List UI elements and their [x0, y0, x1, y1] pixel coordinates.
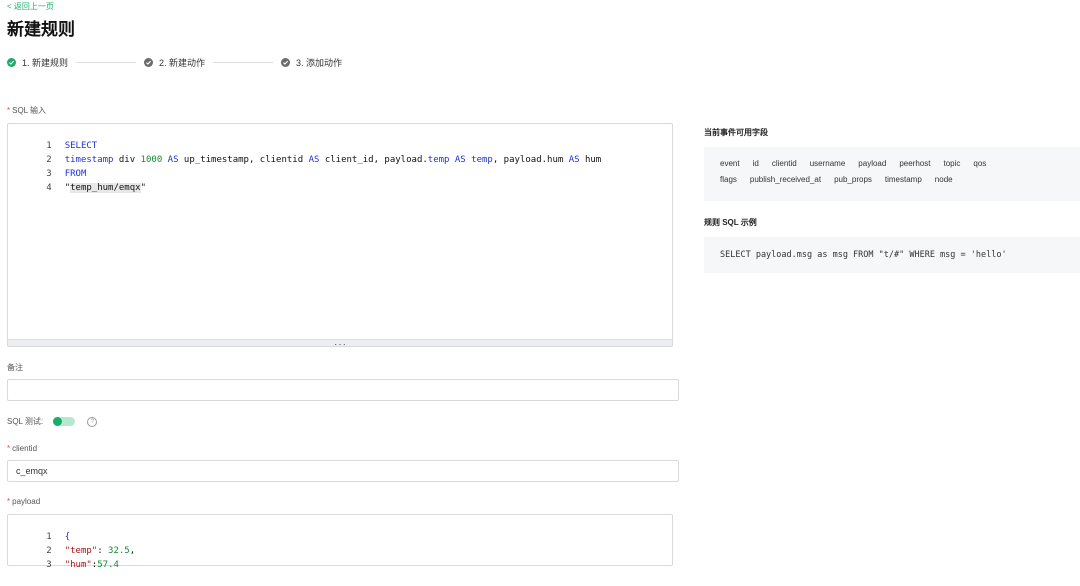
field-item: qos — [973, 159, 987, 168]
required-mark: * — [7, 444, 11, 453]
code-token: 1000 — [140, 155, 163, 165]
field-item: pub_props — [834, 175, 872, 184]
field-item: flags — [720, 175, 737, 184]
code-line: 1 SELECT — [8, 125, 97, 151]
field-item: publish_received_at — [749, 175, 822, 184]
field-item: username — [809, 159, 846, 168]
code-token: , — [129, 546, 136, 556]
code-token: 57.4 — [97, 560, 119, 570]
code-token: " — [140, 183, 146, 193]
toggle-knob — [53, 417, 63, 426]
code-token: temp — [427, 155, 450, 165]
required-mark: * — [7, 106, 11, 115]
field-item: payload — [858, 159, 887, 168]
code-line: 3 "hum":57.4 — [8, 544, 119, 570]
resize-handle[interactable]: ... — [8, 339, 672, 347]
code-token: , payload.hum — [492, 155, 569, 165]
sql-example-code: SELECT payload.msg as msg FROM "t/#" WHE… — [720, 250, 1007, 260]
sql-example-panel: SELECT payload.msg as msg FROM "t/#" WHE… — [704, 237, 1080, 273]
step-divider — [76, 61, 137, 63]
code-token: "hum" — [64, 560, 92, 570]
field-item: id — [752, 159, 759, 168]
help-icon[interactable]: ? — [87, 416, 98, 427]
code-token: temp — [471, 155, 493, 165]
code-token: AS — [568, 155, 580, 165]
check-circle-icon — [144, 57, 154, 67]
remark-label: 备注 — [7, 363, 23, 372]
clientid-label: * clientid — [7, 444, 37, 453]
code-token: client_id, payload. — [319, 155, 428, 165]
required-mark: * — [7, 497, 11, 506]
sql-test-row: SQL 测试: ? — [7, 416, 98, 427]
line-number: 3 — [46, 560, 52, 570]
code-line: 1{ — [8, 516, 70, 542]
check-circle-icon — [281, 57, 291, 67]
step-1: 1. 新建规则 — [7, 56, 68, 69]
step-indicator: 1. 新建规则 2. 新建动作 3. 添加动作 — [7, 55, 342, 69]
available-fields-panel: event id clientid username payload peerhost to… — [704, 147, 1080, 201]
clientid-input[interactable]: c_emqx — [7, 460, 679, 482]
sql-editor[interactable]: 1 SELECT 2 timestamp div 1000 AS up_timest… — [7, 123, 673, 347]
code-line: 2 timestamp div 1000 AS up_timestamp, cli… — [8, 139, 601, 165]
step-3: 3. 添加动作 — [281, 56, 342, 69]
code-token: AS — [167, 155, 179, 165]
code-token: hum — [579, 155, 602, 165]
field-item: clientid — [771, 159, 797, 168]
step-3-label: 3. 添加动作 — [296, 57, 343, 68]
remark-input[interactable] — [7, 379, 679, 401]
code-token: temp_hum/emqx — [70, 183, 141, 193]
step-1-label: 1. 新建规则 — [22, 57, 69, 68]
step-divider — [213, 61, 274, 63]
code-token: AS — [308, 155, 320, 165]
page-title: 新建规则 — [7, 20, 75, 39]
sql-test-label: SQL 测试: — [7, 417, 44, 426]
code-token: up_timestamp, clientid — [178, 155, 309, 165]
step-2-label: 2. 新建动作 — [159, 57, 206, 68]
sql-input-label-text: SQL 输入 — [12, 106, 47, 115]
sql-example-title: 规则 SQL 示例 — [704, 218, 757, 227]
code-token: div — [113, 155, 141, 165]
field-item: timestamp — [884, 175, 922, 184]
field-item: node — [934, 175, 953, 184]
sql-input-label: * SQL 输入 — [7, 105, 46, 116]
field-item: event — [720, 159, 740, 168]
code-line: 2 "temp": 32.5, — [8, 530, 135, 556]
code-line: 4 "temp_hum/emqx" — [8, 167, 146, 193]
field-item: topic — [943, 159, 961, 168]
check-circle-icon — [7, 57, 16, 67]
clientid-label-text: clientid — [12, 444, 38, 453]
back-link[interactable]: < 返回上一页 — [7, 1, 54, 12]
line-number: 4 — [46, 183, 52, 193]
payload-label-text: payload — [12, 497, 41, 506]
payload-label: * payload — [7, 497, 40, 506]
available-fields-title: 当前事件可用字段 — [704, 128, 768, 137]
field-item: peerhost — [899, 159, 931, 168]
step-2: 2. 新建动作 — [144, 56, 205, 69]
payload-editor[interactable]: 1{ 2 "temp": 32.5, 3 "hum":57.4 — [7, 514, 673, 570]
sql-test-toggle[interactable] — [53, 417, 76, 426]
code-token: AS — [454, 155, 466, 165]
code-line: 3 FROM — [8, 153, 86, 179]
